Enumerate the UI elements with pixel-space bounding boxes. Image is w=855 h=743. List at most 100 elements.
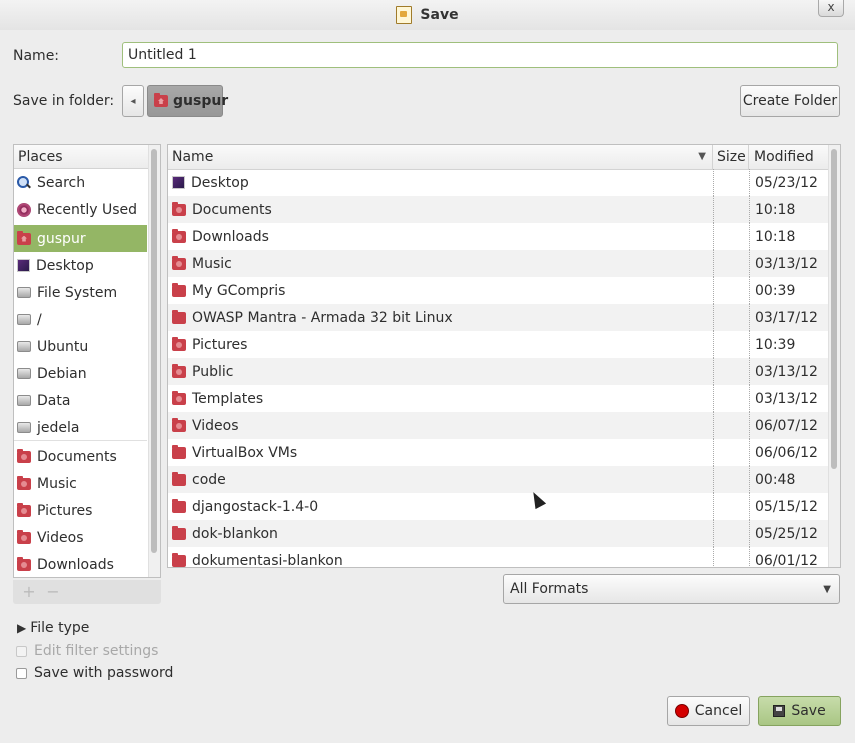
cancel-button[interactable]: Cancel <box>667 696 750 726</box>
file-name: VirtualBox VMs <box>192 444 298 461</box>
folder-icon <box>17 475 31 490</box>
place-item-videos[interactable]: Videos <box>14 524 147 551</box>
file-row[interactable]: djangostack-1.4-0 05/15/12 <box>168 493 828 520</box>
file-modified: 03/13/12 <box>749 385 828 412</box>
place-item-guspur[interactable]: guspur <box>14 225 147 252</box>
column-header-modified[interactable]: Modified <box>749 145 828 169</box>
folder-icon <box>172 201 186 216</box>
folder-icon <box>172 444 186 459</box>
file-modified: 03/13/12 <box>749 358 828 385</box>
chevron-down-icon: ▼ <box>823 583 831 595</box>
column-header-size[interactable]: Size <box>713 145 749 169</box>
file-name: Downloads <box>192 228 269 245</box>
place-item-label: Videos <box>37 529 84 546</box>
file-row[interactable]: Pictures 10:39 <box>168 331 828 358</box>
place-item-pictures[interactable]: Pictures <box>14 497 147 524</box>
edit-filter-settings-checkbox <box>16 645 27 657</box>
file-modified: 03/17/12 <box>749 304 828 331</box>
column-header-name[interactable]: Name ▼ <box>168 145 713 169</box>
save-with-password-option[interactable]: Save with password <box>16 665 173 681</box>
place-item-root[interactable]: / <box>14 306 147 333</box>
path-segment-button[interactable]: guspur <box>147 85 228 117</box>
place-item-label: Data <box>37 392 71 409</box>
file-row[interactable]: VirtualBox VMs 06/06/12 <box>168 439 828 466</box>
file-list-scrollbar-thumb[interactable] <box>831 149 837 469</box>
save-button[interactable]: Save <box>758 696 841 726</box>
places-sidebar: Places Search Recently Used guspur Deskt… <box>13 144 161 578</box>
remove-bookmark-button[interactable]: − <box>43 582 63 602</box>
file-row[interactable]: Documents 10:18 <box>168 196 828 223</box>
file-row[interactable]: code 00:48 <box>168 466 828 493</box>
file-row[interactable]: Music 03/13/12 <box>168 250 828 277</box>
place-item-label: Pictures <box>37 502 93 519</box>
cancel-icon <box>674 704 689 718</box>
place-item-file-system[interactable]: File System <box>14 279 147 306</box>
file-row[interactable]: Templates 03/13/12 <box>168 385 828 412</box>
folder-icon <box>17 502 31 517</box>
file-size <box>713 250 749 277</box>
place-item-search[interactable]: Search <box>14 169 147 196</box>
folder-icon <box>172 363 186 378</box>
file-modified: 03/13/12 <box>749 250 828 277</box>
place-item-downloads[interactable]: Downloads <box>14 551 147 577</box>
path-segment-label: guspur <box>173 93 229 109</box>
file-filter-dropdown[interactable]: All Formats ▼ <box>503 574 840 604</box>
file-size <box>713 466 749 493</box>
add-bookmark-button[interactable]: + <box>19 582 39 602</box>
filename-input[interactable] <box>122 42 838 68</box>
file-modified: 10:18 <box>749 196 828 223</box>
file-row[interactable]: Public 03/13/12 <box>168 358 828 385</box>
place-item-recently-used[interactable]: Recently Used <box>14 196 147 223</box>
file-list-header: Name ▼ Size Modified <box>168 145 828 170</box>
bookmark-toolbar: + − <box>13 580 161 604</box>
close-button[interactable]: x <box>818 0 844 17</box>
save-in-folder-label: Save in folder: <box>13 93 115 109</box>
folder-icon <box>172 228 186 243</box>
file-row[interactable]: Desktop 05/23/12 <box>168 169 828 196</box>
file-size <box>713 196 749 223</box>
place-item-ubuntu[interactable]: Ubuntu <box>14 333 147 360</box>
path-back-button[interactable]: ◂ <box>122 85 144 117</box>
file-type-label: File type <box>30 620 90 636</box>
place-item-music[interactable]: Music <box>14 470 147 497</box>
file-row[interactable]: Videos 06/07/12 <box>168 412 828 439</box>
close-icon[interactable]: x <box>827 0 834 14</box>
file-row[interactable]: Downloads 10:18 <box>168 223 828 250</box>
file-name: dokumentasi-blankon <box>192 552 343 568</box>
left-arrow-icon[interactable]: ◂ <box>130 96 135 107</box>
folder-icon <box>172 417 186 432</box>
save-with-password-checkbox[interactable] <box>16 667 27 679</box>
folder-icon <box>172 390 186 405</box>
places-scrollbar-thumb[interactable] <box>151 149 157 553</box>
expander-arrow-icon: ▶ <box>17 621 27 635</box>
home-folder-icon <box>154 93 168 107</box>
file-modified: 00:39 <box>749 277 828 304</box>
place-item-desktop[interactable]: Desktop <box>14 252 147 279</box>
file-type-expander[interactable]: ▶ File type <box>17 620 89 636</box>
file-row[interactable]: My GCompris 00:39 <box>168 277 828 304</box>
save-icon <box>773 705 786 717</box>
places-header[interactable]: Places <box>14 145 160 169</box>
file-row[interactable]: dokumentasi-blankon 06/01/12 <box>168 547 828 568</box>
file-size <box>713 304 749 331</box>
place-item-label: / <box>37 311 42 328</box>
file-modified: 10:18 <box>749 223 828 250</box>
folder-icon <box>172 336 186 351</box>
file-size <box>713 412 749 439</box>
place-item-label: Debian <box>37 365 87 382</box>
place-item-debian[interactable]: Debian <box>14 360 147 387</box>
folder-icon <box>172 525 186 540</box>
desktop-icon <box>17 259 30 272</box>
file-row[interactable]: OWASP Mantra - Armada 32 bit Linux 03/17… <box>168 304 828 331</box>
place-item-documents[interactable]: Documents <box>14 443 147 470</box>
file-name: Templates <box>192 390 264 407</box>
place-item-label: Desktop <box>36 257 94 274</box>
place-item-jedela[interactable]: jedela <box>14 414 147 441</box>
create-folder-button[interactable]: Create Folder <box>740 85 840 117</box>
file-name: dok-blankon <box>192 525 278 542</box>
place-item-data[interactable]: Data <box>14 387 147 414</box>
place-item-label: Documents <box>37 448 117 465</box>
file-row[interactable]: dok-blankon 05/25/12 <box>168 520 828 547</box>
place-item-label: Recently Used <box>37 201 138 218</box>
file-size <box>713 223 749 250</box>
